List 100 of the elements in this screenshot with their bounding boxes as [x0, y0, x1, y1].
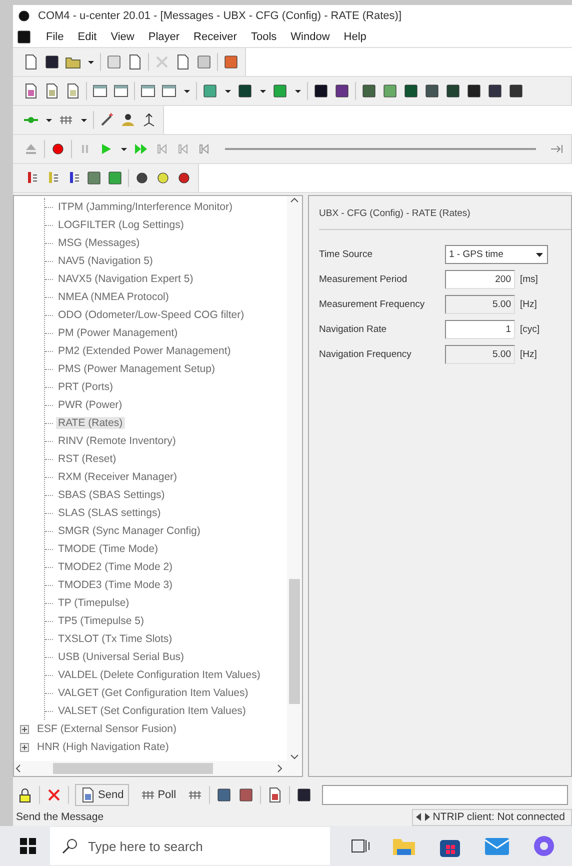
tree-item[interactable]: SMGR (Sync Manager Config)	[56, 525, 202, 537]
tree-item[interactable]: TMODE3 (Time Mode 3)	[56, 579, 175, 591]
tree-item[interactable]: RXM (Receiver Manager)	[56, 471, 180, 483]
tree-item[interactable]: ODO (Odometer/Low-Speed COG filter)	[56, 309, 246, 321]
scrollbar-thumb[interactable]	[53, 763, 213, 774]
unit-label: [ms]	[519, 274, 539, 285]
tree-item[interactable]: LOGFILTER (Log Settings)	[56, 219, 186, 231]
tree-item[interactable]: RINV (Remote Inventory)	[56, 435, 178, 447]
expand-icon[interactable]	[20, 724, 29, 734]
unit-label: [Hz]	[519, 349, 538, 360]
view-icon[interactable]	[445, 83, 461, 99]
menu-item[interactable]: View	[110, 31, 134, 43]
send-button[interactable]: Send	[75, 784, 129, 806]
window-icon[interactable]	[140, 83, 156, 99]
vertical-scrollbar[interactable]	[287, 196, 302, 761]
view-icon[interactable]	[403, 83, 419, 99]
tree-item[interactable]: TMODE (Time Mode)	[56, 543, 160, 555]
download-icon[interactable]	[267, 786, 284, 802]
mail-icon[interactable]	[484, 835, 510, 857]
time-source-dropdown[interactable]: 1 - GPS time	[445, 245, 548, 264]
input-field[interactable]: 1	[445, 320, 515, 339]
tree-item[interactable]: MSG (Messages)	[56, 237, 142, 249]
unit-label: [cyc]	[519, 324, 541, 335]
tree-item[interactable]: NAV5 (Navigation 5)	[56, 255, 155, 267]
tree-item[interactable]: PMS (Power Management Setup)	[56, 363, 217, 375]
text-field[interactable]	[322, 784, 568, 804]
field-label: Measurement Period	[319, 274, 408, 285]
tree-item[interactable]: RATE (Rates)	[56, 417, 125, 429]
ntrip-status-text: NTRIP client: Not connected	[432, 811, 565, 823]
tree-item[interactable]: TP5 (Timepulse 5)	[56, 615, 146, 627]
tree-item[interactable]: VALGET (Get Configuration Item Values)	[56, 687, 250, 699]
wand-icon[interactable]	[99, 112, 115, 128]
person-icon[interactable]	[120, 112, 136, 128]
connection-arrows-icon	[416, 813, 430, 821]
horizontal-scrollbar[interactable]	[14, 761, 302, 776]
window-icon[interactable]	[92, 83, 108, 99]
new-document-icon[interactable]	[23, 54, 39, 70]
scroll-right-icon[interactable]	[275, 764, 284, 773]
view-icon[interactable]	[466, 83, 482, 99]
view-icon[interactable]	[313, 83, 329, 99]
menu-item[interactable]: Player	[148, 31, 180, 43]
menu-item[interactable]: File	[46, 31, 64, 43]
scroll-up-icon[interactable]	[290, 196, 299, 205]
tree-item[interactable]: ESF (External Sensor Fusion)	[14, 720, 287, 738]
window-icon[interactable]	[113, 83, 129, 99]
menu-item[interactable]: Edit	[78, 31, 97, 43]
tree-item[interactable]: SBAS (SBAS Settings)	[56, 489, 167, 501]
copy-icon[interactable]	[175, 54, 191, 70]
view-icon[interactable]	[361, 83, 377, 99]
close-icon[interactable]	[46, 786, 62, 802]
record-icon[interactable]	[50, 141, 66, 157]
send-icon[interactable]	[80, 786, 96, 802]
print-preview-icon[interactable]	[127, 54, 143, 70]
menu-item[interactable]: Window	[290, 31, 330, 43]
color-view-icon[interactable]	[202, 83, 218, 99]
view-icon[interactable]	[382, 83, 398, 99]
scroll-down-icon[interactable]	[290, 752, 299, 761]
tree-item[interactable]: VALSET (Set Configuration Item Values)	[56, 705, 248, 717]
status-message: Send the Message	[16, 811, 104, 823]
document-icon[interactable]	[44, 83, 60, 99]
tree-item[interactable]: HNR (High Navigation Rate)	[14, 738, 287, 756]
tree-item[interactable]: PM2 (Extended Power Management)	[56, 345, 233, 357]
search-field[interactable]: Type here to search	[50, 827, 330, 865]
tree-item[interactable]: PM (Power Management)	[56, 327, 180, 339]
tree-item[interactable]: NMEA (NMEA Protocol)	[56, 291, 171, 303]
view-icon[interactable]	[334, 83, 350, 99]
lock-icon[interactable]	[17, 786, 33, 802]
field-label: Time Source	[319, 249, 374, 260]
menu-item[interactable]: Receiver	[194, 31, 237, 43]
document-icon[interactable]	[65, 83, 81, 99]
scrollbar-thumb[interactable]	[289, 579, 300, 704]
document-icon[interactable]	[23, 83, 39, 99]
field-label: Navigation Rate	[319, 324, 388, 335]
tree-item[interactable]: PWR (Power)	[56, 399, 124, 411]
tree-item[interactable]: TMODE2 (Time Mode 2)	[56, 561, 175, 573]
tree-item[interactable]: TP (Timepulse)	[56, 597, 132, 609]
task-view-icon[interactable]	[350, 837, 370, 855]
view-icon[interactable]	[487, 83, 503, 99]
dropdown-caret-icon[interactable]	[535, 250, 544, 259]
view-icon[interactable]	[424, 83, 440, 99]
antenna-icon[interactable]	[141, 112, 157, 128]
tree-item[interactable]: SLAS (SLAS settings)	[56, 507, 163, 519]
copilot-icon[interactable]	[532, 834, 554, 858]
unit-label: [Hz]	[519, 299, 538, 310]
expand-icon[interactable]	[20, 742, 29, 752]
tree-item[interactable]: NAVX5 (Navigation Expert 5)	[56, 273, 196, 285]
window-icon[interactable]	[161, 83, 177, 99]
tree-item[interactable]: PRT (Ports)	[56, 381, 116, 393]
scroll-left-icon[interactable]	[14, 764, 23, 773]
menu-item[interactable]: Tools	[250, 31, 277, 43]
tree-item[interactable]: RST (Reset)	[56, 453, 118, 465]
tree-item[interactable]: ITPM (Jamming/Interference Monitor)	[56, 201, 234, 213]
menu-item[interactable]: Help	[344, 31, 366, 43]
view-icon[interactable]	[508, 83, 524, 99]
tree-item[interactable]: VALDEL (Delete Configuration Item Values)	[56, 669, 262, 681]
field-label: Navigation Frequency	[319, 349, 412, 360]
tree-item[interactable]: USB (Universal Serial Bus)	[56, 651, 186, 663]
windows-start-icon[interactable]	[20, 838, 36, 854]
tree-item[interactable]: TXSLOT (Tx Time Slots)	[56, 633, 174, 645]
input-field[interactable]: 200	[445, 270, 515, 289]
